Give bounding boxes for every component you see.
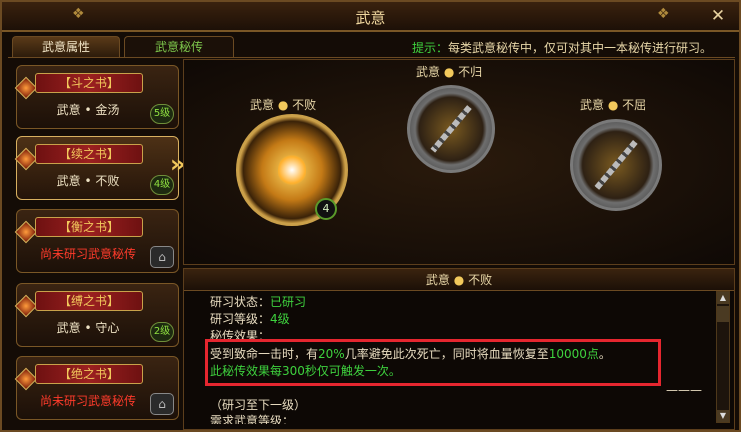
- book-fu[interactable]: 【缚之书】 武意 • 守心 2级: [14, 283, 179, 347]
- book-level-badge: 2级: [150, 322, 174, 342]
- gem-icon: [14, 147, 38, 171]
- scroll-down-icon[interactable]: ▼: [717, 410, 729, 422]
- medal-level-badge: 4: [315, 198, 337, 220]
- lock-icon: ⌂: [150, 393, 174, 415]
- medal-bugui[interactable]: [407, 85, 495, 173]
- book-subtitle: 武意 • 金汤: [56, 103, 120, 117]
- gem-icon: [14, 367, 38, 391]
- close-icon[interactable]: ✕: [707, 5, 729, 27]
- titlebar: ❖ ❖ 武意 ✕: [2, 2, 739, 32]
- tab-wuyi-attributes[interactable]: 武意属性: [12, 36, 120, 58]
- chain-lock-icon: [430, 105, 472, 153]
- chain-lock-icon: [594, 140, 638, 190]
- tab-divider: [8, 57, 735, 58]
- gem-icon: [14, 220, 38, 244]
- highlight-box: [205, 339, 661, 386]
- book-subtitle: 武意 • 不败: [56, 174, 120, 188]
- book-title: 【缚之书】: [35, 291, 143, 311]
- wuyi-window: ❖ ❖ 武意 ✕ 武意属性 武意秘传 提示：每类武意秘传中，仅可对其中一本秘传进…: [0, 0, 741, 432]
- hint-text: 提示：每类武意秘传中，仅可对其中一本秘传进行研习。: [412, 39, 712, 56]
- book-title: 【衡之书】: [35, 217, 143, 237]
- book-level-badge: 4级: [150, 175, 174, 195]
- detail-scrollbar[interactable]: ▲ ▼: [716, 291, 730, 423]
- lock-icon: ⌂: [150, 246, 174, 268]
- book-dou[interactable]: 【斗之书】 武意 • 金汤 5级: [14, 65, 179, 129]
- medal-buqu[interactable]: [570, 119, 662, 211]
- hint-body: 每类武意秘传中，仅可对其中一本秘传进行研习。: [448, 41, 713, 55]
- study-level: 研习等级：4级: [210, 312, 290, 326]
- slot-label-buqu: 武意 ● 不屈: [580, 98, 647, 112]
- gem-icon: [14, 76, 38, 100]
- scroll-up-icon[interactable]: ▲: [717, 292, 729, 304]
- book-jue[interactable]: 【绝之书】 尚未研习武意秘传 ⌂: [14, 356, 179, 420]
- book-heng[interactable]: 【衡之书】 尚未研习武意秘传 ⌂: [14, 209, 179, 273]
- book-subtitle: 武意 • 守心: [56, 321, 120, 335]
- slot-label-bubai: 武意 ● 不败: [250, 98, 317, 112]
- divider-dashes: ———: [666, 383, 702, 397]
- detail-title: 武意 ● 不败: [184, 269, 734, 291]
- hint-prefix: 提示：: [412, 41, 449, 55]
- book-xu[interactable]: 【续之书】 武意 • 不败 4级: [14, 136, 179, 200]
- scroll-thumb[interactable]: [717, 306, 729, 322]
- tab-wuyi-secret[interactable]: 武意秘传: [124, 36, 234, 58]
- effect-label: 秘传效果：: [210, 329, 271, 339]
- requirement-label: 需求武意等级：: [210, 414, 295, 424]
- book-subtitle: 尚未研习武意秘传: [39, 394, 136, 408]
- book-title: 【续之书】: [35, 144, 143, 164]
- flame-icon: [278, 153, 306, 187]
- next-level-label: （研习至下一级）: [210, 398, 307, 412]
- book-level-badge: 5级: [150, 104, 174, 124]
- window-title: 武意: [355, 9, 386, 27]
- slot-label-bugui: 武意 ● 不归: [416, 65, 483, 79]
- gem-icon: [14, 294, 38, 318]
- study-state: 研习状态：已研习: [210, 295, 307, 309]
- book-title: 【绝之书】: [35, 364, 143, 384]
- book-subtitle: 尚未研习武意秘传: [39, 247, 136, 261]
- book-title: 【斗之书】: [35, 73, 143, 93]
